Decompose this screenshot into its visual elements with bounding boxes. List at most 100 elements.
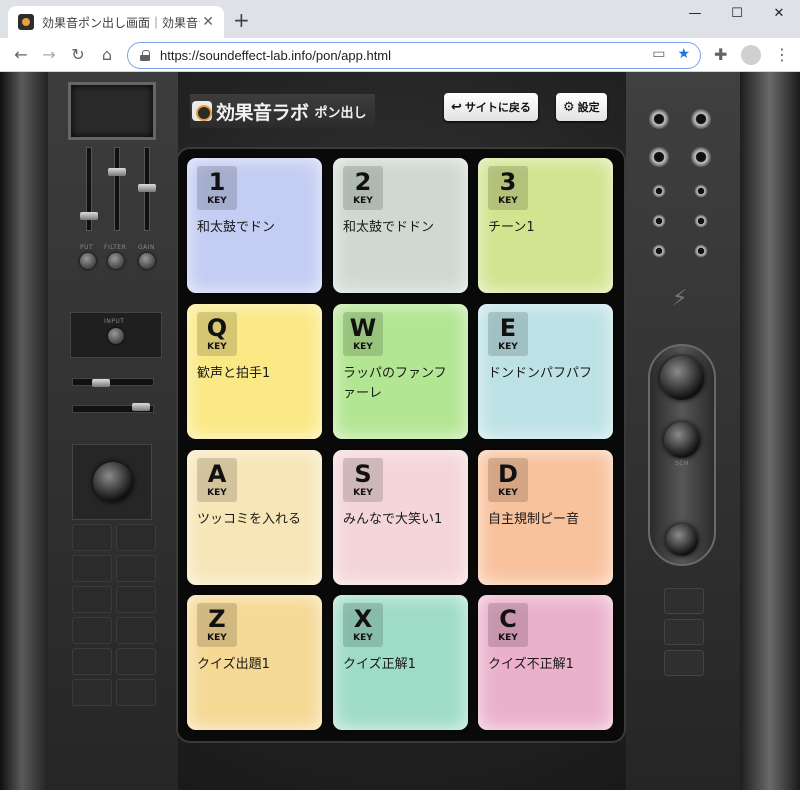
pad-label: ラッパのファンファーレ [343, 366, 447, 401]
forward-arrow-icon[interactable]: → [38, 44, 60, 66]
url-text: https://soundeffect-lab.info/pon/app.htm… [160, 48, 392, 63]
gear-icon: ⚙ [563, 99, 575, 115]
key-tag: 1 KEY [197, 166, 237, 210]
key-word: KEY [353, 342, 373, 352]
address-bar[interactable]: https://soundeffect-lab.info/pon/app.htm… [127, 42, 701, 69]
pad-a[interactable]: A KEY ツッコミを入れる [187, 450, 322, 585]
pad-1[interactable]: 1 KEY 和太鼓でドン [187, 158, 322, 293]
key-tag: E KEY [488, 312, 528, 356]
key-char: S [354, 460, 372, 488]
tab-strip: 効果音ポン出し画面｜効果音ラボ ✕ + — ☐ ✕ [0, 0, 800, 38]
key-char: Z [208, 605, 226, 633]
reload-icon[interactable]: ↻ [67, 44, 89, 66]
menu-kebab-icon[interactable]: ⋮ [774, 44, 790, 66]
fader-knob [80, 212, 98, 220]
pad-s[interactable]: S KEY みんなで大笑い1 [333, 450, 468, 585]
pad-label: クイズ不正解1 [488, 657, 574, 672]
key-word: KEY [498, 488, 518, 498]
key-tag: C KEY [488, 603, 528, 647]
key-char: C [499, 605, 517, 633]
extensions-icon[interactable]: ✚ [714, 44, 727, 66]
jack [690, 108, 712, 130]
middle-knob [664, 422, 700, 458]
key-tag: Z KEY [197, 603, 237, 647]
back-to-site-button[interactable]: ↩ サイトに戻る [444, 93, 538, 121]
filter-knob [108, 253, 124, 269]
app-logo: 効果音ラボ ポン出し [190, 94, 375, 128]
mini-screen [68, 82, 156, 140]
fader-knob [108, 168, 126, 176]
tab-close-icon[interactable]: ✕ [200, 14, 216, 30]
jack [694, 244, 708, 258]
pad-x[interactable]: X KEY クイズ正解1 [333, 595, 468, 730]
key-word: KEY [207, 633, 227, 643]
key-char: D [498, 460, 518, 488]
key-tag: X KEY [343, 603, 383, 647]
cast-icon[interactable]: ▭ [652, 46, 665, 62]
browser-toolbar: ← → ↻ ⌂ https://soundeffect-lab.info/pon… [0, 38, 800, 72]
lock-icon [140, 50, 150, 61]
bottom-knob [666, 524, 698, 556]
bookmark-star-icon[interactable]: ★ [677, 46, 690, 62]
tab-title: 効果音ポン出し画面｜効果音ラボ [42, 15, 200, 30]
pad-label: 和太鼓でドドン [343, 220, 435, 235]
gain-knob [139, 253, 155, 269]
pad-q[interactable]: Q KEY 歓声と拍手1 [187, 304, 322, 439]
key-word: KEY [207, 342, 227, 352]
back-arrow-icon[interactable]: ← [10, 44, 32, 66]
jack [694, 184, 708, 198]
logo-title: 効果音ラボ [216, 101, 309, 124]
home-icon[interactable]: ⌂ [96, 44, 118, 66]
close-window-button[interactable]: ✕ [764, 4, 794, 24]
key-char: 3 [499, 168, 517, 196]
brand-mark-icon: ⚡ [672, 286, 688, 311]
jack [652, 214, 666, 228]
favicon-icon [18, 14, 34, 30]
rail-slot [72, 378, 154, 386]
pad-z[interactable]: Z KEY クイズ出題1 [187, 595, 322, 730]
pad-label: みんなで大笑い1 [343, 512, 443, 527]
jack [652, 184, 666, 198]
pad-3[interactable]: 3 KEY チーン1 [478, 158, 613, 293]
key-word: KEY [353, 196, 373, 206]
pad-d[interactable]: D KEY 自主規制ピー音 [478, 450, 613, 585]
return-arrow-icon: ↩ [451, 99, 462, 115]
pad-w[interactable]: W KEY ラッパのファンファーレ [333, 304, 468, 439]
pad-e[interactable]: E KEY ドンドンパフパフ [478, 304, 613, 439]
profile-avatar[interactable] [741, 45, 761, 65]
key-word: KEY [498, 196, 518, 206]
key-word: KEY [353, 633, 373, 643]
fader-knob [138, 184, 156, 192]
input-knob [108, 328, 124, 344]
maximize-button[interactable]: ☐ [722, 4, 752, 24]
top-knob [660, 356, 704, 400]
key-word: KEY [207, 488, 227, 498]
key-tag: W KEY [343, 312, 383, 356]
browser-tab[interactable]: 効果音ポン出し画面｜効果音ラボ ✕ [8, 6, 224, 38]
key-tag: A KEY [197, 458, 237, 502]
key-tag: Q KEY [197, 312, 237, 356]
jack [648, 146, 670, 168]
key-char: X [353, 605, 373, 633]
input-label: INPUT [104, 318, 125, 325]
settings-button[interactable]: ⚙ 設定 [556, 93, 607, 121]
logo-speaker-icon [192, 101, 212, 121]
pad-label: 自主規制ピー音 [488, 512, 580, 527]
right-mini-pad [664, 588, 704, 614]
minimize-button[interactable]: — [680, 4, 710, 24]
key-tag: 2 KEY [343, 166, 383, 210]
pad-c[interactable]: C KEY クイズ不正解1 [478, 595, 613, 730]
key-word: KEY [498, 342, 518, 352]
key-char: Q [206, 314, 228, 342]
new-tab-button[interactable]: + [233, 10, 250, 30]
jack [694, 214, 708, 228]
jack [648, 108, 670, 130]
jack [690, 146, 712, 168]
key-char: A [207, 460, 227, 488]
pad-label: 歓声と拍手1 [197, 366, 271, 381]
key-tag: S KEY [343, 458, 383, 502]
jack [652, 244, 666, 258]
pad-2[interactable]: 2 KEY 和太鼓でドドン [333, 158, 468, 293]
back-to-site-label: サイトに戻る [464, 101, 531, 114]
put-label: PUT [80, 244, 94, 251]
